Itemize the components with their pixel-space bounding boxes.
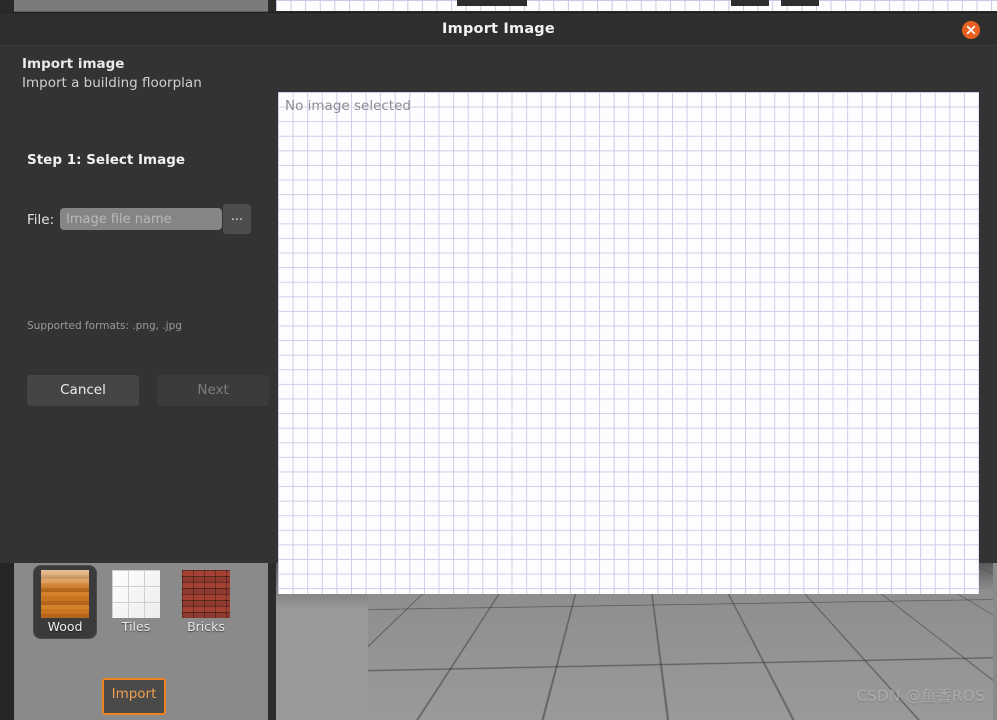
- material-label: Tiles: [121, 619, 151, 634]
- toolbar-chip[interactable]: [457, 0, 527, 6]
- supported-formats-note: Supported formats: .png, .jpg: [27, 320, 182, 332]
- image-preview-pane[interactable]: No image selected: [278, 92, 979, 594]
- material-item-tiles[interactable]: Tiles: [105, 566, 167, 638]
- watermark: CSDN @鱼香ROS: [856, 687, 985, 705]
- import-material-button[interactable]: Import: [102, 678, 166, 715]
- step-title: Step 1: Select Image: [27, 152, 186, 168]
- material-list: Wood Tiles Bricks: [14, 566, 268, 638]
- dialog-title: Import Image: [442, 21, 555, 37]
- viewport-right-edge: [993, 563, 997, 720]
- toolbar-chip[interactable]: [781, 0, 819, 6]
- next-button[interactable]: Next: [157, 375, 270, 406]
- wood-texture-icon: [41, 570, 89, 618]
- file-row: File: ...: [27, 204, 257, 238]
- panel-divider: [268, 560, 276, 720]
- dialog-button-row: Cancel Next: [27, 375, 270, 406]
- material-item-bricks[interactable]: Bricks: [175, 566, 237, 638]
- form-subheading: Import a building floorplan: [22, 75, 202, 91]
- browse-file-button[interactable]: ...: [223, 204, 251, 234]
- material-label: Bricks: [187, 619, 225, 634]
- app-top-left-panel: [14, 0, 268, 12]
- dialog-title-bar: Import Image: [0, 13, 997, 46]
- cancel-button[interactable]: Cancel: [27, 375, 139, 406]
- app-top-strip: [0, 0, 997, 12]
- material-item-wood[interactable]: Wood: [34, 566, 96, 638]
- file-label: File:: [27, 212, 55, 228]
- form-heading: Import image: [22, 56, 125, 72]
- tiles-texture-icon: [112, 570, 160, 618]
- dialog-body: Import image Import a building floorplan…: [0, 46, 997, 594]
- app-top-grid-canvas: [276, 0, 997, 11]
- dialog-form-column: Import image Import a building floorplan…: [0, 46, 278, 563]
- app-top-divider: [268, 0, 276, 12]
- preview-empty-text: No image selected: [285, 98, 411, 114]
- toolbar-chip[interactable]: [731, 0, 769, 6]
- import-image-dialog: Import Image Import image Import a build…: [0, 13, 997, 594]
- bricks-texture-icon: [182, 570, 230, 618]
- close-icon[interactable]: [962, 21, 980, 39]
- material-label: Wood: [47, 619, 83, 634]
- file-name-input[interactable]: [60, 208, 222, 230]
